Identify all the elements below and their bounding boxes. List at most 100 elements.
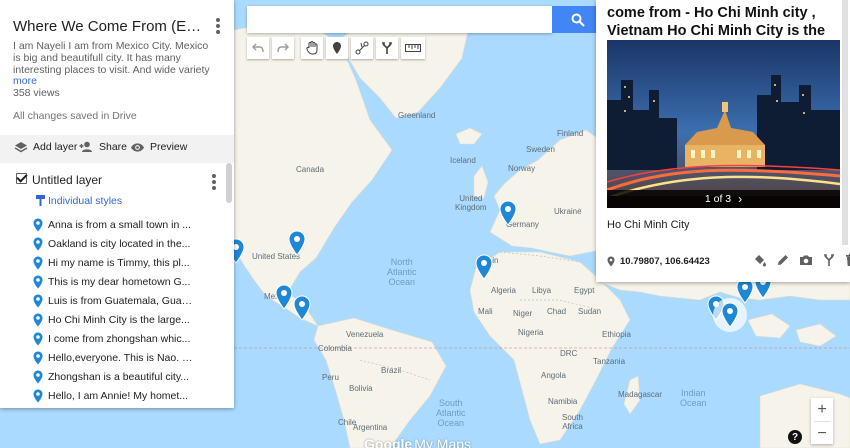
preview-label: Preview	[150, 141, 188, 153]
map-marker[interactable]	[475, 254, 493, 280]
place-item-label: This is my dear hometown G...	[48, 275, 191, 288]
marker-icon	[333, 42, 341, 54]
add-layer-button[interactable]: Add layer	[14, 141, 77, 153]
draw-line-icon	[355, 41, 369, 55]
place-description-headline[interactable]: come from - Ho Chi Minh city , Vietnam H…	[607, 4, 847, 40]
map-marker[interactable]	[288, 230, 306, 256]
map-title[interactable]: Where We Come From (ESOL 223...	[13, 18, 209, 35]
share-button[interactable]: Share	[79, 141, 127, 153]
map-label-egypt: Egypt	[574, 286, 595, 295]
layer-name[interactable]: Untitled layer	[32, 173, 102, 187]
list-item[interactable]: This is my dear hometown G...	[33, 272, 193, 291]
place-item-label: Hello,everyone. This is Nao. I...	[48, 351, 193, 364]
edit-pencil-icon[interactable]	[776, 253, 790, 267]
map-label-niger: Niger	[513, 309, 533, 318]
place-marker-icon	[33, 237, 43, 250]
list-item[interactable]: Zhongshan is a beautiful city...	[33, 367, 193, 386]
list-item[interactable]: Hello, I am Annie! My homet...	[33, 386, 193, 405]
zoom-in-button[interactable]: +	[811, 398, 833, 421]
delete-trash-icon[interactable]	[845, 253, 850, 267]
help-icon[interactable]: ?	[788, 430, 802, 444]
place-item-label: Zhongshan is a beautiful city...	[48, 370, 190, 383]
place-marker-icon	[33, 370, 43, 383]
place-item-label: Oakland is city located in the...	[48, 237, 191, 250]
individual-styles-link[interactable]: Individual styles	[35, 194, 122, 207]
place-item-label: Anna is from a small town in ...	[48, 218, 191, 231]
measure-button[interactable]	[401, 37, 425, 59]
search-icon	[571, 13, 585, 27]
map-label-libya: Libya	[532, 286, 552, 295]
map-label-mali: Mali	[478, 307, 493, 316]
map-label-sudan: Sudan	[578, 307, 602, 316]
map-label-angola: Angola	[541, 371, 566, 380]
map-label-brazil: Brazil	[381, 366, 402, 375]
map-label-venezuela: Venezuela	[346, 330, 384, 339]
add-layer-label: Add layer	[33, 141, 78, 153]
city-night-photo	[607, 40, 840, 208]
map-label-united-kingdom: United Kingdom	[455, 194, 487, 212]
place-marker-icon	[33, 351, 43, 364]
map-label-ethiopia: Ethiopia	[602, 330, 631, 339]
map-label-ukraine: Ukraine	[554, 207, 582, 216]
layer-scrollbar[interactable]	[226, 163, 232, 203]
search-input[interactable]	[247, 6, 552, 33]
map-label-sweden: Sweden	[526, 145, 555, 154]
more-link[interactable]: more	[13, 75, 37, 87]
place-item-label: Ho Chi Minh City is the large...	[48, 313, 190, 326]
coordinates-value: 10.79807, 106.64423	[620, 256, 710, 267]
map-label-argentina: Argentina	[353, 423, 388, 432]
place-marker-icon	[33, 294, 43, 307]
list-item[interactable]: I come from zhongshan whic...	[33, 329, 193, 348]
eye-icon	[131, 142, 144, 152]
selected-map-marker[interactable]	[721, 302, 739, 328]
style-paint-bucket-icon[interactable]	[753, 253, 767, 267]
layer-options-icon[interactable]	[212, 174, 216, 190]
redo-icon	[277, 43, 289, 53]
map-marker[interactable]	[499, 200, 517, 226]
place-item-label: Hello, I am Annie! My homet...	[48, 389, 189, 402]
place-name[interactable]: Ho Chi Minh City	[607, 219, 690, 231]
list-item[interactable]: Ho Chi Minh City is the large...	[33, 310, 193, 329]
preview-button[interactable]: Preview	[130, 141, 187, 153]
layer-section: Untitled layer Individual styles Anna is…	[0, 163, 234, 408]
google-wordmark: Google	[364, 436, 413, 448]
draw-line-button[interactable]	[351, 37, 373, 59]
directions-icon[interactable]	[822, 253, 836, 267]
redo-button[interactable]	[272, 37, 294, 59]
map-label-chad: Chad	[547, 307, 567, 316]
place-marker-icon	[33, 332, 43, 345]
my-maps-wordmark: My Maps	[414, 436, 472, 448]
layer-visibility-checkbox[interactable]	[16, 173, 27, 184]
map-marker[interactable]	[293, 295, 311, 321]
map-actions-bar: Add layer Share Preview	[0, 135, 234, 163]
add-directions-button[interactable]	[376, 37, 398, 59]
place-photo[interactable]: 1 of 3 ›	[607, 40, 840, 208]
map-label-norway: Norway	[508, 164, 536, 173]
list-item[interactable]: Hello,everyone. This is Nao. I...	[33, 348, 193, 367]
view-count: 358 views	[13, 87, 60, 99]
map-details-panel: Where We Come From (ESOL 223... I am Nay…	[0, 0, 234, 408]
add-photo-camera-icon[interactable]	[799, 253, 813, 267]
directions-icon	[382, 42, 392, 54]
paint-roller-icon	[36, 195, 45, 206]
map-label-south-atlantic-ocean: South Atlantic Ocean	[436, 398, 466, 428]
map-toolbar	[247, 37, 425, 59]
map-label-south-africa: South Africa	[562, 413, 583, 431]
map-label-finland: Finland	[557, 129, 584, 138]
map-label-namibia: Namibia	[548, 397, 578, 406]
next-photo-icon[interactable]: ›	[738, 192, 742, 206]
hand-icon	[306, 41, 318, 55]
map-options-icon[interactable]	[216, 18, 220, 34]
list-item[interactable]: Hi my name is Timmy, this pl...	[33, 253, 193, 272]
map-description[interactable]: I am Nayeli I am from Mexico City. Mexic…	[13, 40, 218, 75]
list-item[interactable]: Luis is from Guatemala, Guat...	[33, 291, 193, 310]
card-scrollbar[interactable]	[842, 0, 848, 245]
undo-button[interactable]	[247, 37, 269, 59]
list-item[interactable]: Anna is from a small town in ...	[33, 215, 193, 234]
list-item[interactable]: Oakland is city located in the...	[33, 234, 193, 253]
zoom-out-button[interactable]: −	[811, 422, 833, 445]
map-marker[interactable]	[275, 284, 293, 310]
add-marker-button[interactable]	[326, 37, 348, 59]
select-items-button[interactable]	[301, 37, 323, 59]
place-marker-icon	[33, 389, 43, 402]
